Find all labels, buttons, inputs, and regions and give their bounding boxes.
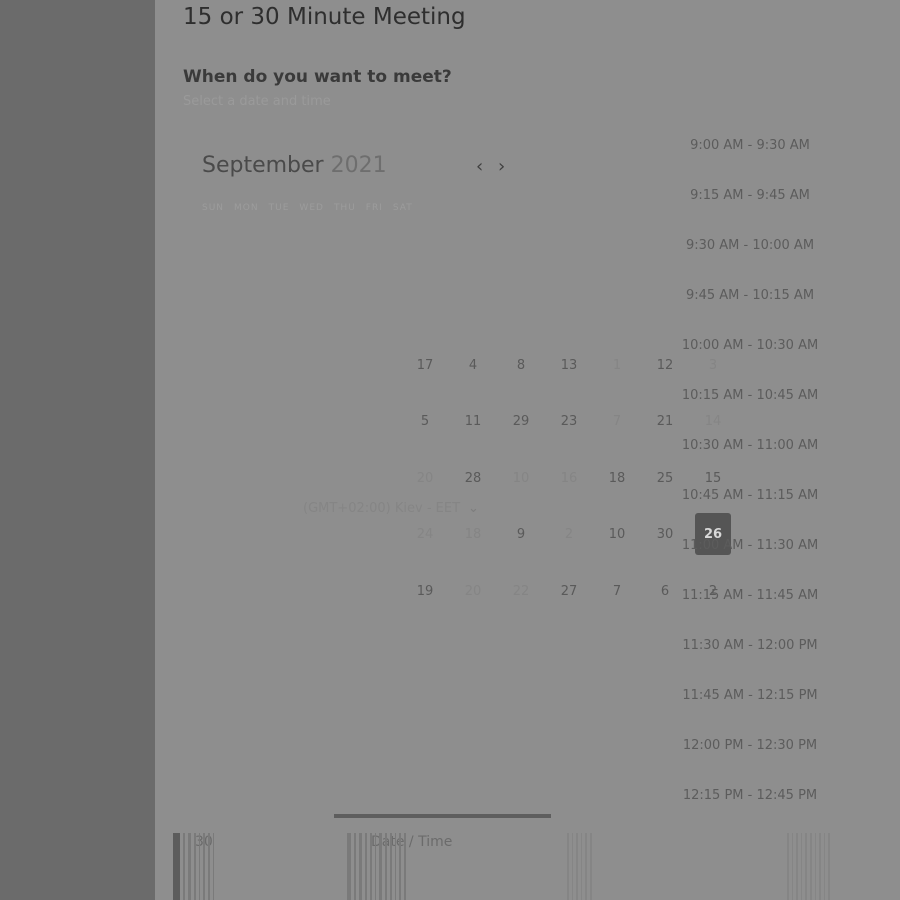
footer-tab-2[interactable]	[347, 833, 406, 900]
calendar-day[interactable]: 16	[552, 461, 586, 495]
footer-tab-3[interactable]	[567, 833, 592, 900]
time-slot[interactable]: 9:15 AM - 9:45 AM	[675, 185, 825, 235]
footer-tab-1[interactable]	[173, 833, 214, 900]
chevron-left-icon: ‹	[476, 156, 484, 177]
time-slot[interactable]: 11:15 AM - 11:45 AM	[675, 585, 825, 635]
calendar-day[interactable]: 10	[504, 461, 538, 495]
time-slot[interactable]: 10:15 AM - 10:45 AM	[675, 385, 825, 435]
calendar-month-label: September 2021	[202, 153, 387, 178]
left-sidebar	[0, 0, 155, 900]
timezone-label: (GMT+02:00) Kiev - EET	[303, 501, 461, 516]
calendar-day[interactable]: 23	[552, 404, 586, 438]
time-slot[interactable]: 11:30 AM - 12:00 PM	[675, 635, 825, 685]
time-slot[interactable]: 12:15 PM - 12:45 PM	[675, 785, 825, 835]
weekday-label: WED	[299, 203, 324, 213]
time-slot[interactable]: 11:00 AM - 11:30 AM	[675, 535, 825, 585]
time-slot[interactable]: 9:45 AM - 10:15 AM	[675, 285, 825, 335]
chevron-down-icon: ⌄	[468, 501, 479, 516]
calendar-day[interactable]: 9	[504, 517, 538, 551]
weekday-label: THU	[333, 203, 356, 213]
calendar-day[interactable]: 2	[552, 517, 586, 551]
calendar-day[interactable]: 27	[552, 574, 586, 608]
time-slot-list: 9:00 AM - 9:30 AM 9:15 AM - 9:45 AM 9:30 A…	[675, 135, 825, 835]
weekday-label: SAT	[392, 203, 413, 213]
main-panel: 15 or 30 Minute Meeting When do you want…	[155, 0, 900, 900]
chevron-right-icon: ›	[498, 156, 506, 177]
calendar-day[interactable]: 17	[408, 348, 442, 382]
time-slot[interactable]: 9:00 AM - 9:30 AM	[675, 135, 825, 185]
weekday-label: MON	[234, 203, 259, 213]
calendar-day[interactable]: 18	[600, 461, 634, 495]
meet-question: When do you want to meet?	[183, 67, 452, 87]
footer-tab-4[interactable]	[787, 833, 830, 900]
calendar-day[interactable]: 22	[504, 574, 538, 608]
weekday-label: SUN	[202, 203, 225, 213]
weekday-header: SUN MON TUE WED THU FRI SAT	[202, 203, 413, 213]
calendar-day[interactable]: 11	[456, 404, 490, 438]
calendar-day[interactable]: 10	[600, 517, 634, 551]
calendar-day[interactable]: 24	[408, 517, 442, 551]
meeting-title: 15 or 30 Minute Meeting	[183, 4, 466, 30]
calendar-day[interactable]: 7	[600, 404, 634, 438]
timezone-selector[interactable]: (GMT+02:00) Kiev - EET ⌄	[303, 501, 479, 516]
weekday-label: TUE	[268, 203, 290, 213]
time-slot[interactable]: 12:00 PM - 12:30 PM	[675, 735, 825, 785]
time-slot[interactable]: 10:30 AM - 11:00 AM	[675, 435, 825, 485]
month-name: September	[202, 153, 324, 178]
calendar-day[interactable]: 18	[456, 517, 490, 551]
calendar-day[interactable]: 20	[456, 574, 490, 608]
time-slot[interactable]: 11:45 AM - 12:15 PM	[675, 685, 825, 735]
next-month-button[interactable]: ›	[498, 156, 505, 177]
time-slot[interactable]: 10:45 AM - 11:15 AM	[675, 485, 825, 535]
previous-month-button[interactable]: ‹	[476, 156, 483, 177]
calendar-day[interactable]: 8	[504, 348, 538, 382]
calendar-day[interactable]: 1	[600, 348, 634, 382]
calendar-day[interactable]: 4	[456, 348, 490, 382]
calendar-day[interactable]: 29	[504, 404, 538, 438]
horizontal-scrollbar[interactable]	[334, 814, 551, 818]
time-slot[interactable]: 9:30 AM - 10:00 AM	[675, 235, 825, 285]
calendar-day[interactable]: 13	[552, 348, 586, 382]
time-slot[interactable]: 10:00 AM - 10:30 AM	[675, 335, 825, 385]
calendar-day[interactable]: 5	[408, 404, 442, 438]
calendar-day[interactable]: 28	[456, 461, 490, 495]
calendar-day[interactable]: 7	[600, 574, 634, 608]
calendar-day[interactable]: 20	[408, 461, 442, 495]
weekday-label: FRI	[365, 203, 383, 213]
month-year: 2021	[330, 153, 387, 178]
meet-subquestion: Select a date and time	[183, 94, 331, 109]
calendar-day[interactable]: 19	[408, 574, 442, 608]
